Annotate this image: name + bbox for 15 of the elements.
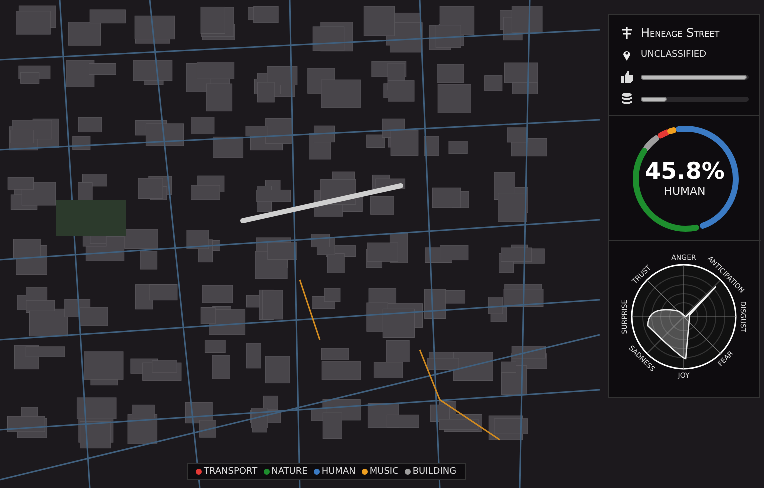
road-classification: UNCLASSIFIED (641, 50, 707, 60)
share-category: HUMAN (664, 184, 706, 198)
legend-label: BUILDING (412, 466, 457, 476)
database-icon (621, 93, 633, 105)
share-percentage: 45.8% (645, 158, 725, 184)
legend-label: MUSIC (370, 466, 399, 476)
location-pin-icon (621, 49, 633, 61)
highlighted-street[interactable] (240, 184, 404, 224)
thumbs-up-icon (621, 71, 633, 83)
street-name: Heneage Street (641, 26, 720, 40)
legend-label: NATURE (272, 466, 308, 476)
legend-label: HUMAN (322, 466, 356, 476)
park-area (56, 200, 126, 236)
legend-label: TRANSPORT (204, 466, 258, 476)
signpost-icon (621, 27, 633, 39)
